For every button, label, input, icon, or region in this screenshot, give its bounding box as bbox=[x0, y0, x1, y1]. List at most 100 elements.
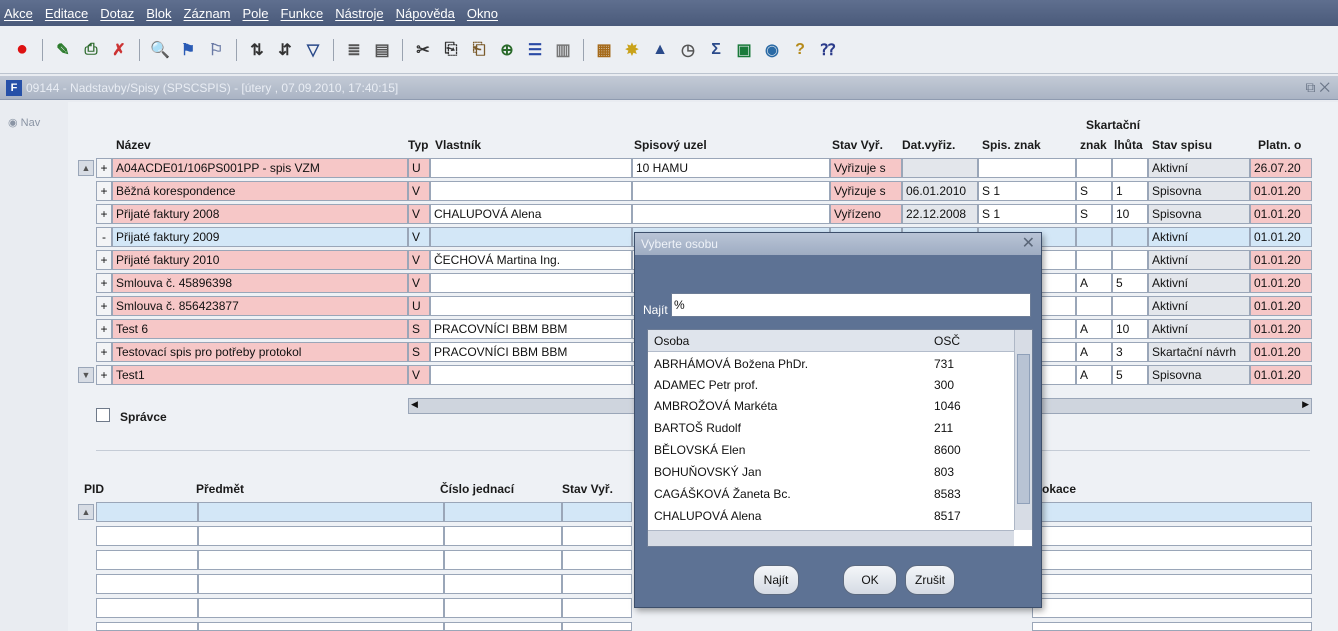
cell-platn[interactable]: 01.01.20 bbox=[1250, 342, 1312, 362]
cell-lhuta[interactable] bbox=[1112, 227, 1148, 247]
cell-spisovy-uzel[interactable]: 10 HAMU bbox=[632, 158, 830, 178]
row-expand-button[interactable]: + bbox=[96, 296, 112, 316]
menu-dotaz[interactable]: Dotaz bbox=[100, 6, 134, 21]
cell-platn[interactable]: 01.01.20 bbox=[1250, 365, 1312, 385]
lower-cell-lokace[interactable] bbox=[1032, 574, 1312, 594]
cell-nazev[interactable]: Přijaté faktury 2009 bbox=[112, 227, 408, 247]
cell-nazev[interactable]: Test 6 bbox=[112, 319, 408, 339]
scroll-thumb[interactable] bbox=[1017, 354, 1030, 504]
cell-dat-vyriz[interactable] bbox=[902, 158, 978, 178]
lower-cell-pid[interactable] bbox=[96, 622, 198, 631]
cancel-button[interactable]: Zrušit bbox=[905, 565, 955, 595]
lower-cell-lokace[interactable] bbox=[1032, 526, 1312, 546]
exit-icon[interactable]: ● bbox=[10, 38, 34, 62]
cell-lhuta[interactable] bbox=[1112, 250, 1148, 270]
lower-cell-lokace[interactable] bbox=[1032, 598, 1312, 618]
row-expand-button[interactable]: + bbox=[96, 204, 112, 224]
help-icon[interactable]: ? bbox=[788, 38, 812, 62]
cell-dat-vyriz[interactable]: 22.12.2008 bbox=[902, 204, 978, 224]
cell-vlastnik[interactable]: CHALUPOVÁ Alena bbox=[430, 204, 632, 224]
find-button[interactable]: Najít bbox=[753, 565, 799, 595]
window-controls-icon[interactable]: ⧉ ✕ bbox=[1305, 79, 1330, 96]
grid-scroll-down-icon[interactable]: ▼ bbox=[78, 367, 94, 383]
lower-cell-lokace[interactable] bbox=[1032, 502, 1312, 522]
cell-vlastnik[interactable] bbox=[430, 365, 632, 385]
report-icon[interactable]: ≣ bbox=[342, 38, 366, 62]
cell-skart-znak[interactable] bbox=[1076, 250, 1112, 270]
list-item[interactable]: BĚLOVSKÁ Elen 8600 bbox=[648, 440, 1014, 461]
cell-vlastnik[interactable] bbox=[430, 158, 632, 178]
cell-spis-znak[interactable] bbox=[978, 158, 1076, 178]
star-icon[interactable]: ✸ bbox=[620, 38, 644, 62]
find-input[interactable]: % bbox=[671, 293, 1031, 317]
list-item[interactable]: BARTOŠ Rudolf 211 bbox=[648, 418, 1014, 439]
lower-cell-cislo[interactable] bbox=[444, 622, 562, 631]
clock-icon[interactable]: ◷ bbox=[676, 38, 700, 62]
row-expand-button[interactable]: + bbox=[96, 250, 112, 270]
print-icon[interactable]: ⎙ bbox=[79, 38, 103, 62]
list-item[interactable]: BOHUŇOVSKÝ Jan 803 bbox=[648, 462, 1014, 483]
cell-stav-spisu[interactable]: Spisovna bbox=[1148, 365, 1250, 385]
row-expand-button[interactable]: + bbox=[96, 319, 112, 339]
cell-spisovy-uzel[interactable] bbox=[632, 181, 830, 201]
cell-platn[interactable]: 01.01.20 bbox=[1250, 227, 1312, 247]
menu-akce[interactable]: Akce bbox=[4, 6, 33, 21]
lower-cell-pid[interactable] bbox=[96, 550, 198, 570]
database-icon[interactable]: ◉ bbox=[760, 38, 784, 62]
cell-lhuta[interactable]: 10 bbox=[1112, 319, 1148, 339]
list-horizontal-scrollbar[interactable] bbox=[648, 530, 1014, 546]
cell-lhuta[interactable] bbox=[1112, 296, 1148, 316]
grid-scroll-up-icon[interactable]: ▲ bbox=[78, 160, 94, 176]
cell-stav-spisu[interactable]: Aktivní bbox=[1148, 296, 1250, 316]
cell-typ[interactable]: V bbox=[408, 365, 430, 385]
cell-stav-spisu[interactable]: Aktivní bbox=[1148, 319, 1250, 339]
lower-cell-cislo[interactable] bbox=[444, 502, 562, 522]
cell-typ[interactable]: U bbox=[408, 158, 430, 178]
cell-platn[interactable]: 26.07.20 bbox=[1250, 158, 1312, 178]
lower-cell-stav[interactable] bbox=[562, 574, 632, 594]
lower-cell-stav[interactable] bbox=[562, 502, 632, 522]
cell-vlastnik[interactable]: PRACOVNÍCI BBM BBM bbox=[430, 319, 632, 339]
cell-platn[interactable]: 01.01.20 bbox=[1250, 181, 1312, 201]
list-vertical-scrollbar[interactable] bbox=[1014, 330, 1032, 530]
context-help-icon[interactable]: ⁇ bbox=[816, 38, 840, 62]
list-item[interactable]: ABRHÁMOVÁ Božena PhDr. 731 bbox=[648, 354, 1014, 375]
cell-skart-znak[interactable]: S bbox=[1076, 204, 1112, 224]
cell-vlastnik[interactable]: ČECHOVÁ Martina Ing. bbox=[430, 250, 632, 270]
row-expand-button[interactable]: + bbox=[96, 342, 112, 362]
header-osoba[interactable]: Osoba bbox=[654, 334, 689, 348]
cell-skart-znak[interactable]: A bbox=[1076, 319, 1112, 339]
cell-skart-znak[interactable] bbox=[1076, 227, 1112, 247]
list-item[interactable]: CHALUPOVÁ Alena 8517 bbox=[648, 506, 1014, 527]
cell-vlastnik[interactable]: PRACOVNÍCI BBM BBM bbox=[430, 342, 632, 362]
cancel-query-icon[interactable]: ⚐ bbox=[204, 38, 228, 62]
cell-skart-znak[interactable] bbox=[1076, 296, 1112, 316]
menu-blok[interactable]: Blok bbox=[146, 6, 171, 21]
row-expand-button[interactable]: + bbox=[96, 365, 112, 385]
menu-okno[interactable]: Okno bbox=[467, 6, 498, 21]
cell-lhuta[interactable]: 10 bbox=[1112, 204, 1148, 224]
cell-vlastnik[interactable] bbox=[430, 227, 632, 247]
menu-editace[interactable]: Editace bbox=[45, 6, 88, 21]
spravce-checkbox[interactable] bbox=[96, 408, 110, 422]
cell-stav-spisu[interactable]: Spisovna bbox=[1148, 181, 1250, 201]
cell-stav-spisu[interactable]: Aktivní bbox=[1148, 250, 1250, 270]
row-expand-button[interactable]: + bbox=[96, 181, 112, 201]
cell-dat-vyriz[interactable]: 06.01.2010 bbox=[902, 181, 978, 201]
cell-lhuta[interactable]: 3 bbox=[1112, 342, 1148, 362]
cell-platn[interactable]: 01.01.20 bbox=[1250, 319, 1312, 339]
cell-lhuta[interactable] bbox=[1112, 158, 1148, 178]
list-icon[interactable]: ☰ bbox=[523, 38, 547, 62]
cell-typ[interactable]: U bbox=[408, 296, 430, 316]
lower-cell-cislo[interactable] bbox=[444, 526, 562, 546]
menu-funkce[interactable]: Funkce bbox=[281, 6, 324, 21]
lower-cell-pid[interactable] bbox=[96, 502, 198, 522]
lower-cell-predmet[interactable] bbox=[198, 574, 444, 594]
cell-stav-spisu[interactable]: Aktivní bbox=[1148, 227, 1250, 247]
header-osc[interactable]: OSČ bbox=[934, 334, 960, 348]
cell-nazev[interactable]: Přijaté faktury 2010 bbox=[112, 250, 408, 270]
cell-skart-znak[interactable]: A bbox=[1076, 273, 1112, 293]
lower-scroll-up-icon[interactable]: ▲ bbox=[78, 504, 94, 520]
row-expand-button[interactable]: - bbox=[96, 227, 112, 247]
lower-cell-predmet[interactable] bbox=[198, 502, 444, 522]
